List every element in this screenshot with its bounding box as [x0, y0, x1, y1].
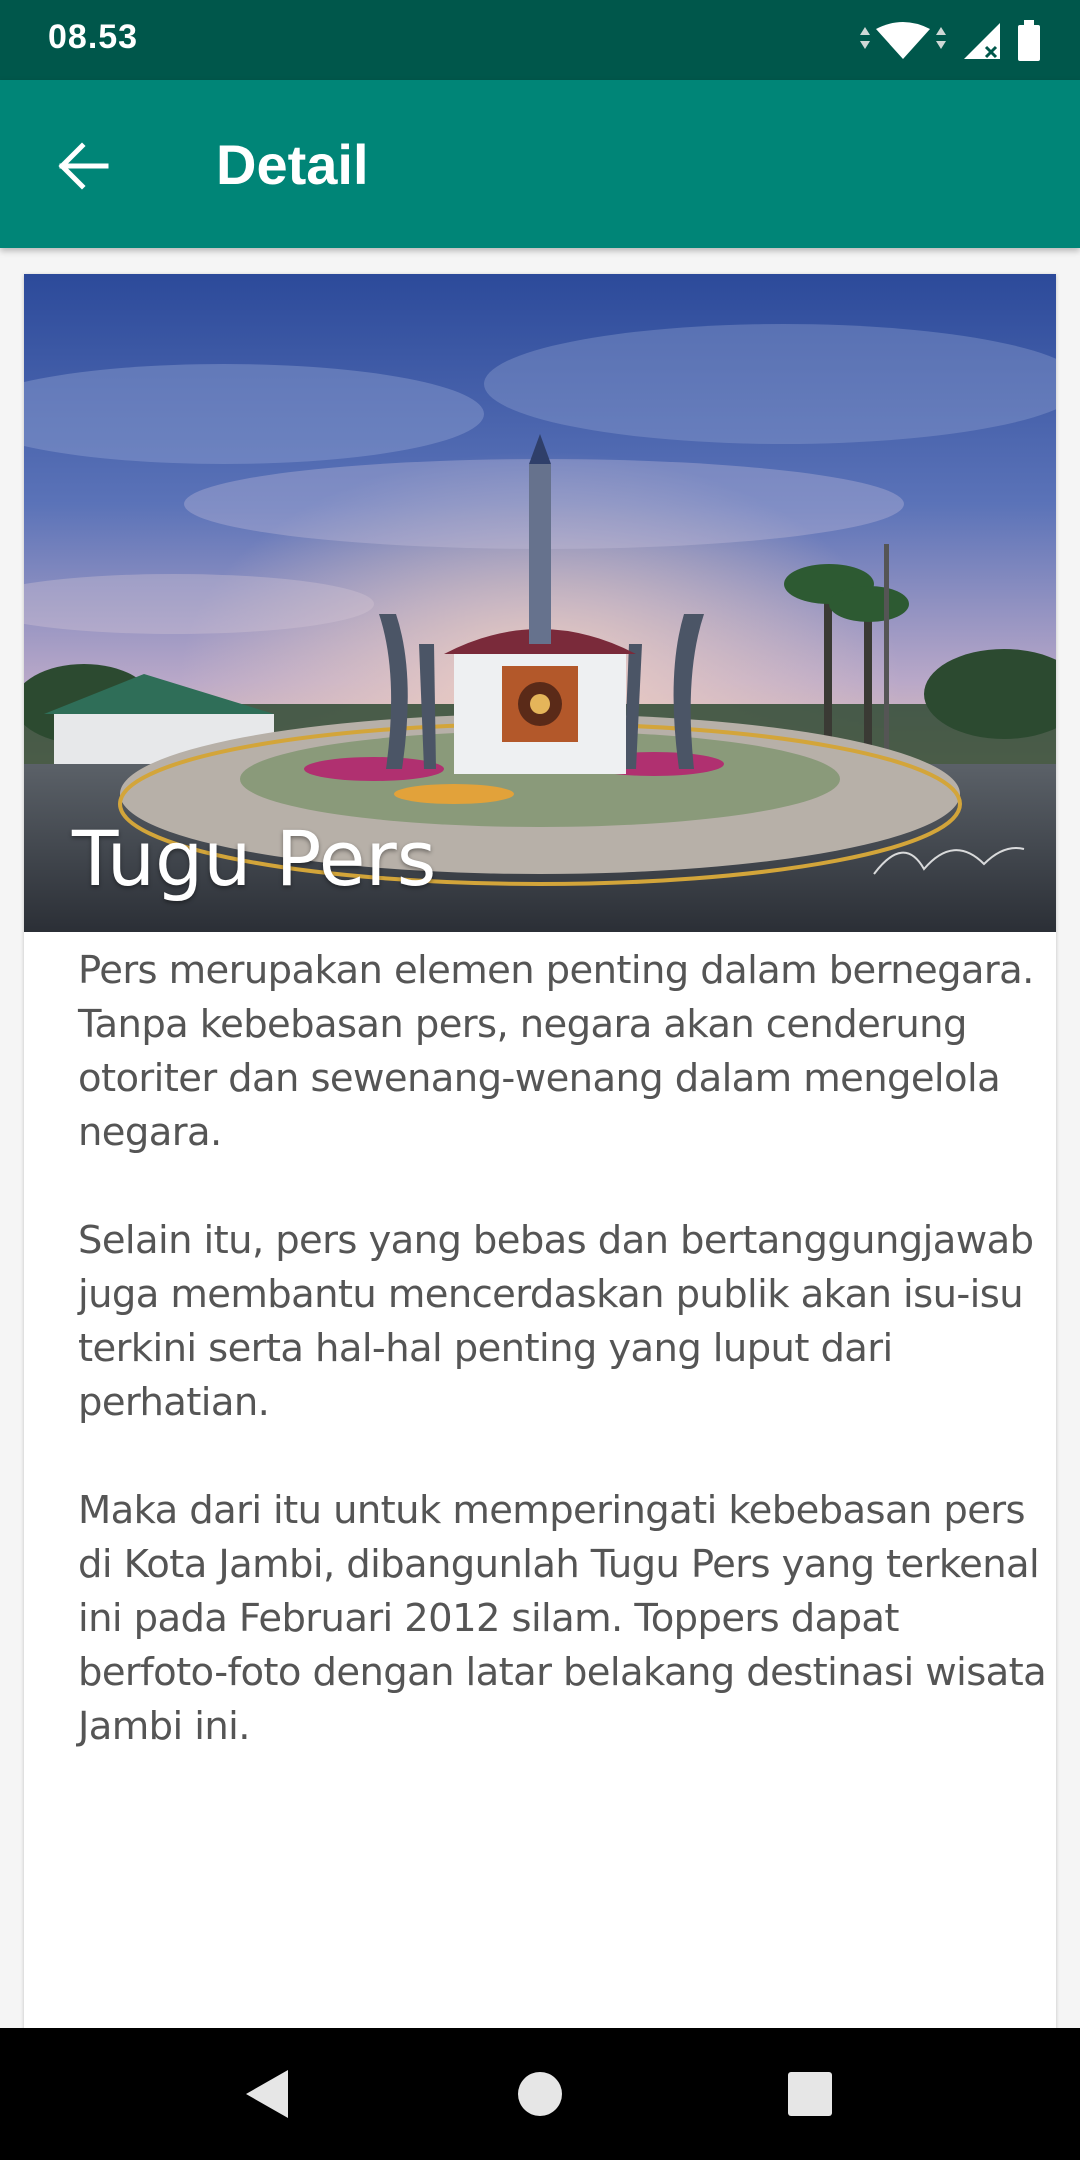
status-icons — [858, 20, 1042, 62]
detail-card: Tugu Pers Pers merupakan elemen penting … — [24, 274, 1056, 2034]
system-nav-bar — [0, 2028, 1080, 2160]
back-button[interactable] — [48, 130, 120, 202]
battery-icon — [1018, 20, 1040, 61]
nav-home-button[interactable] — [508, 2062, 572, 2126]
nav-back-icon — [246, 2070, 288, 2118]
place-title: Tugu Pers — [72, 814, 437, 903]
status-bar: 08.53 — [0, 0, 1080, 80]
place-description: Pers merupakan elemen penting dalam bern… — [78, 948, 1047, 1749]
page-title: Detail — [216, 133, 369, 196]
nav-back-button[interactable] — [238, 2062, 302, 2126]
wifi-icon — [860, 22, 946, 59]
hero-image: Tugu Pers — [24, 274, 1056, 932]
app-bar: Detail — [0, 80, 1080, 248]
nav-home-icon — [518, 2072, 562, 2116]
nav-recents-icon — [788, 2072, 832, 2116]
nav-recents-button[interactable] — [778, 2062, 842, 2126]
arrow-back-icon — [58, 142, 109, 190]
status-time: 08.53 — [48, 18, 139, 56]
signal-icon — [964, 23, 1000, 59]
